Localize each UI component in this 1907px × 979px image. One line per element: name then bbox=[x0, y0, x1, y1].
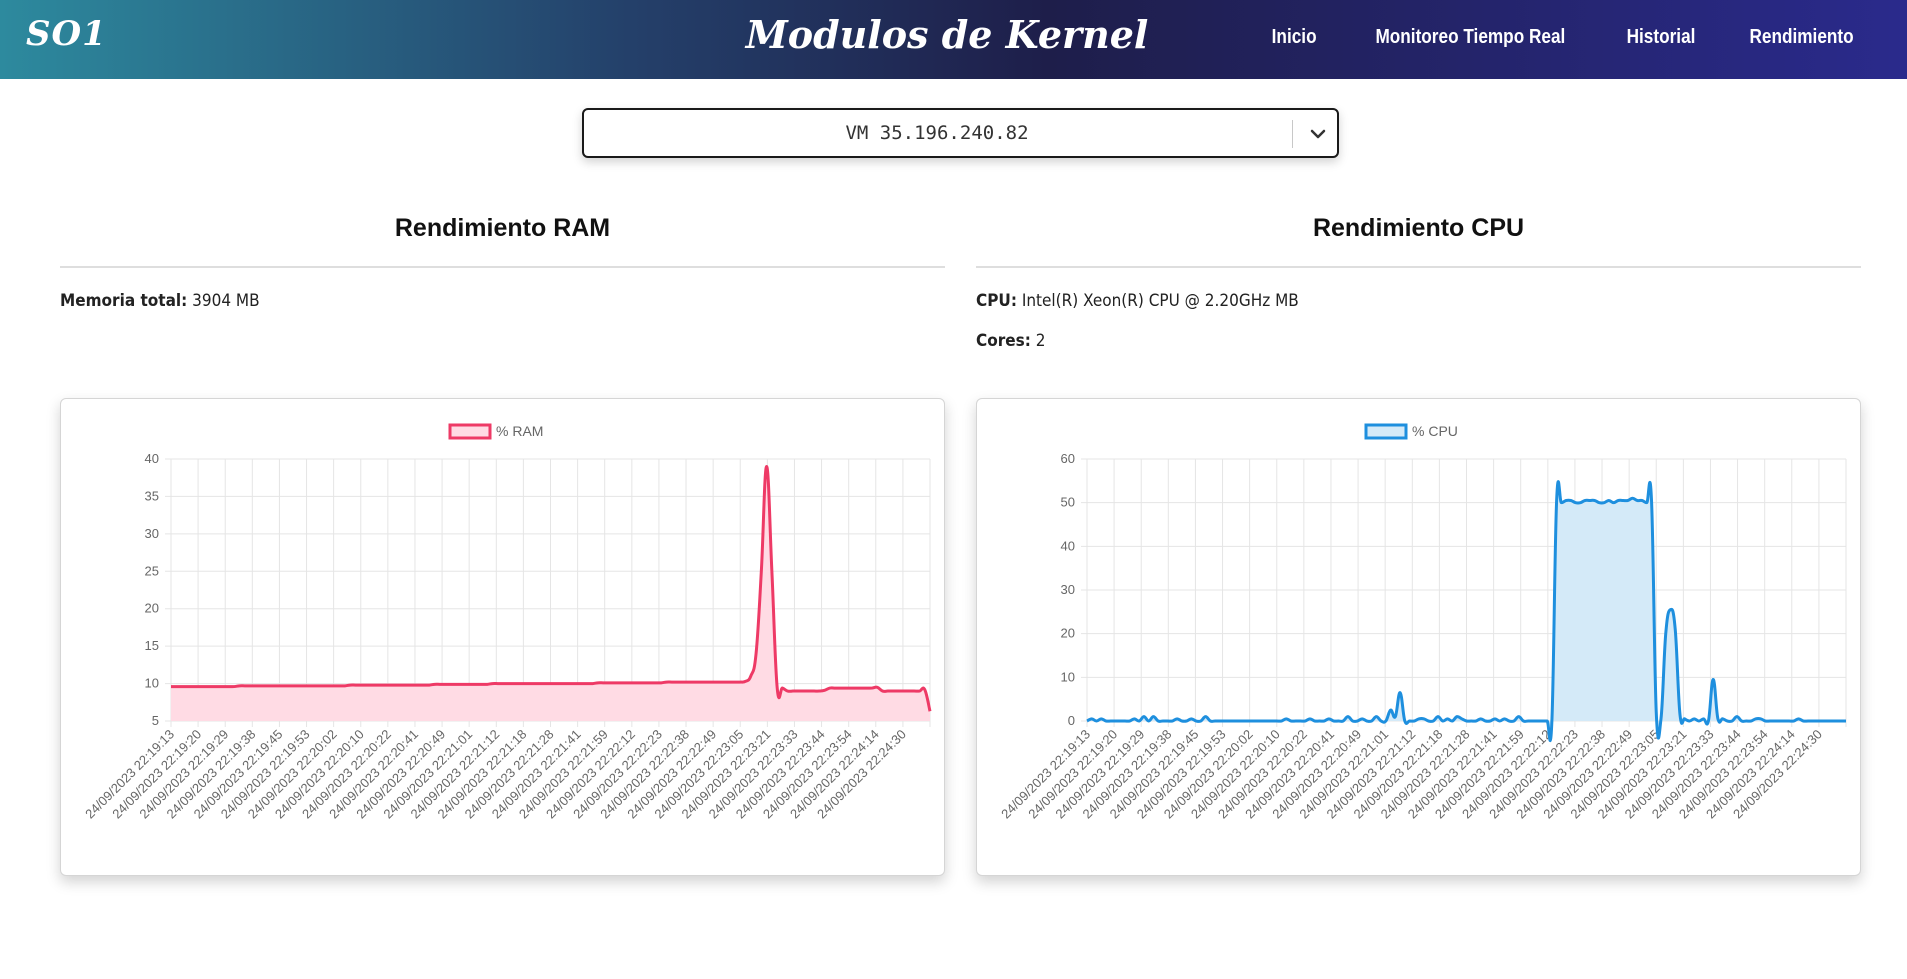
cpu-y-tick-label: 60 bbox=[1061, 451, 1075, 466]
navbar: SO1 Modulos de Kernel Inicio Monitoreo T… bbox=[0, 0, 1907, 79]
ram-y-tick-label: 10 bbox=[145, 676, 159, 691]
cpu-cores-info: Cores: 2 bbox=[976, 331, 1045, 351]
nav-link-inicio[interactable]: Inicio bbox=[1272, 26, 1317, 49]
ram-section-title: Rendimiento RAM bbox=[394, 214, 611, 242]
ram-total-info: Memoria total: 3904 MB bbox=[60, 291, 260, 311]
cpu-y-tick-label: 50 bbox=[1061, 495, 1075, 510]
ram-legend: % RAM bbox=[448, 423, 543, 440]
cpu-y-tick-label: 0 bbox=[1068, 713, 1075, 728]
ram-chart-card: 5 10 15 20 25 30 35 40 24/09/2023 22:19:13 24/09/… bbox=[60, 398, 945, 876]
cpu-chart: 010203040506024/09/2023 22:19:1324/09/20… bbox=[998, 423, 1847, 821]
nav-link-rendimiento[interactable]: Rendimiento bbox=[1749, 26, 1853, 49]
ram-y-tick-label: 15 bbox=[145, 638, 159, 653]
ram-y-tick-label: 40 bbox=[145, 451, 159, 466]
nav-link-monitoreo[interactable]: Monitoreo Tiempo Real bbox=[1376, 26, 1566, 49]
vm-select-divider bbox=[1292, 120, 1293, 148]
cpu-model-value: Intel(R) Xeon(R) CPU @ 2.20GHz MB bbox=[1021, 291, 1299, 311]
cpu-y-tick-label: 10 bbox=[1061, 669, 1075, 684]
cpu-legend-label: % CPU bbox=[1412, 423, 1458, 439]
nav-link-historial[interactable]: Historial bbox=[1626, 26, 1695, 49]
cpu-y-tick-label: 30 bbox=[1061, 582, 1075, 597]
ram-total-label: Memoria total: bbox=[60, 291, 188, 311]
cpu-divider bbox=[976, 266, 1861, 268]
cpu-model-info: CPU: Intel(R) Xeon(R) CPU @ 2.20GHz MB bbox=[976, 291, 1299, 311]
cpu-model-label: CPU: bbox=[976, 291, 1017, 311]
ram-y-tick-label: 5 bbox=[152, 713, 159, 728]
ram-y-tick-label: 25 bbox=[145, 563, 159, 578]
nav-links: Inicio Monitoreo Tiempo Real Historial R… bbox=[1268, 26, 1862, 49]
cpu-chart-card: 0 10 20 30 40 50 60 24/09/2023 22:19:13 24/09/20… bbox=[976, 398, 1861, 876]
ram-legend-swatch bbox=[448, 423, 492, 440]
cpu-y-tick-label: 40 bbox=[1061, 538, 1075, 553]
ram-divider bbox=[60, 266, 945, 268]
ram-legend-label: % RAM bbox=[496, 423, 543, 439]
ram-y-tick-label: 30 bbox=[145, 526, 159, 541]
cpu-y-tick-label: 20 bbox=[1061, 626, 1075, 641]
vm-select-value: VM 35.196.240.82 bbox=[845, 122, 1029, 144]
chevron-down-icon[interactable] bbox=[1306, 122, 1330, 146]
ram-chart: 51015202530354024/09/2023 22:19:1324/09/… bbox=[82, 423, 932, 821]
ram-total-value: 3904 MB bbox=[192, 291, 260, 311]
ram-y-tick-label: 20 bbox=[145, 601, 159, 616]
cpu-section-title: Rendimiento CPU bbox=[1312, 214, 1525, 242]
cpu-cores-label: Cores: bbox=[976, 331, 1031, 351]
vm-select[interactable]: VM 35.196.240.82 bbox=[582, 108, 1339, 158]
cpu-legend: % CPU bbox=[1364, 423, 1458, 440]
cpu-legend-swatch bbox=[1364, 423, 1408, 440]
ram-y-tick-label: 35 bbox=[145, 488, 159, 503]
cpu-cores-value: 2 bbox=[1035, 331, 1046, 351]
